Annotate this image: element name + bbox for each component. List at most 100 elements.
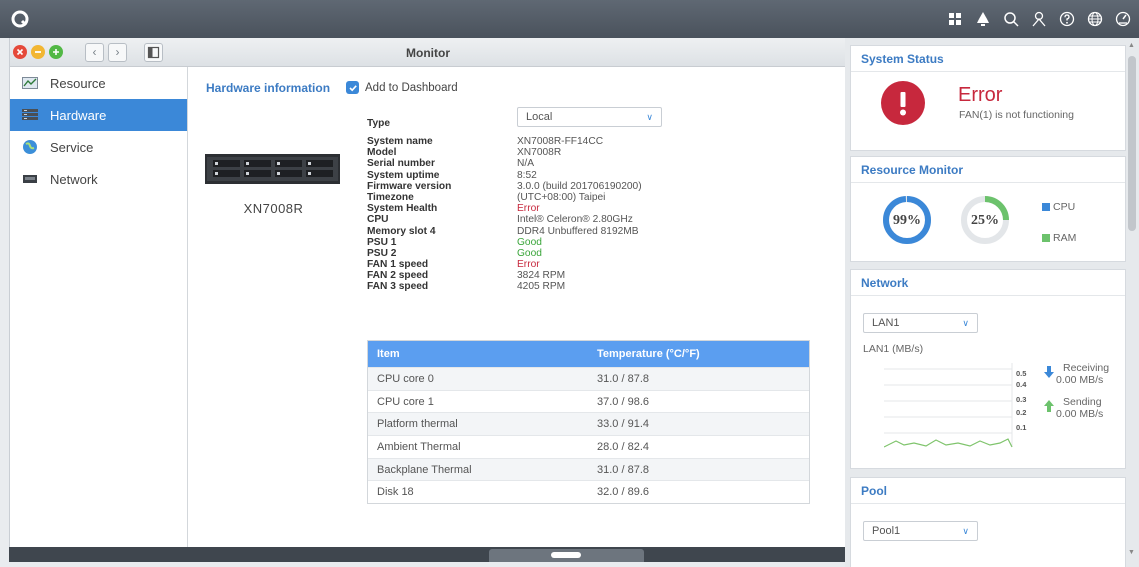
table-row[interactable]: Platform thermal 33.0 / 91.4 <box>368 412 809 436</box>
network-interface-select[interactable]: LAN1 ∨ <box>863 313 978 333</box>
detail-value: Error <box>517 259 540 271</box>
sidebar-item-network[interactable]: Network <box>10 163 187 195</box>
scroll-up-icon[interactable]: ▲ <box>1128 42 1135 49</box>
table-header: Item Temperature (°C/°F) <box>368 341 809 367</box>
detail-row: System uptime 8:52 <box>367 170 642 181</box>
user-icon[interactable] <box>1027 7 1051 31</box>
top-bar <box>0 0 1139 38</box>
table-row[interactable]: Backplane Thermal 31.0 / 87.8 <box>368 457 809 481</box>
search-icon[interactable] <box>999 7 1023 31</box>
dashboard-gauge-icon[interactable] <box>1111 7 1135 31</box>
help-icon[interactable] <box>1055 7 1079 31</box>
detail-key: Timezone <box>367 191 414 203</box>
detail-key: System name <box>367 136 433 147</box>
table-row[interactable]: CPU core 0 31.0 / 87.8 <box>368 367 809 390</box>
chevron-down-icon: ∨ <box>646 112 653 122</box>
network-title: Network <box>851 270 1125 296</box>
sidebar-item-label: Hardware <box>50 107 107 123</box>
column-header-temperature[interactable]: Temperature (°C/°F) <box>589 341 809 367</box>
device-image <box>205 154 340 184</box>
monitor-sidebar: Resource Hardware Service Network <box>10 67 188 562</box>
detail-key: Serial number <box>367 158 435 170</box>
network-y-axis: 0.5 0.4 0.3 0.2 0.1 <box>1016 365 1026 436</box>
detail-value: 3.0.0 (build 201706190200) <box>517 180 642 192</box>
language-globe-icon[interactable] <box>1083 7 1107 31</box>
cell-item: CPU core 1 <box>377 395 434 408</box>
y-tick-4: 0.1 <box>1016 423 1027 432</box>
detail-row: FAN 3 speed 4205 RPM <box>367 281 642 292</box>
detail-value: XN7008R-FF14CC <box>517 136 604 147</box>
network-chart <box>884 363 1013 448</box>
cell-item: Ambient Thermal <box>377 441 461 454</box>
detail-row: PSU 1 Good <box>367 237 642 248</box>
cell-temperature: 28.0 / 82.4 <box>597 441 649 454</box>
notification-bell-icon[interactable] <box>971 7 995 31</box>
type-select[interactable]: Local ∨ <box>517 107 662 127</box>
chart-icon <box>22 76 38 90</box>
cpu-value: 99% <box>893 213 921 228</box>
panel-scrollbar[interactable]: ▲ ▼ <box>1127 42 1137 561</box>
error-alert-icon <box>881 81 925 125</box>
detail-value: Good <box>517 236 542 248</box>
receiving-value: 0.00 MB/s <box>1056 374 1104 386</box>
legend-ram: RAM <box>1042 232 1076 244</box>
detail-value: Good <box>517 247 542 259</box>
receiving-label: Receiving <box>1063 362 1110 374</box>
pool-select-value: Pool1 <box>872 525 901 537</box>
sidebar-item-service[interactable]: Service <box>10 131 187 163</box>
checkbox-label: Add to Dashboard <box>365 81 458 94</box>
arrow-down-icon <box>1044 366 1054 381</box>
qnap-logo-icon[interactable] <box>8 7 32 31</box>
scroll-down-icon[interactable]: ▼ <box>1128 549 1135 556</box>
dock-handle-pill <box>551 552 581 558</box>
table-row[interactable]: CPU core 1 37.0 / 98.6 <box>368 389 809 413</box>
arrow-up-icon <box>1044 400 1054 415</box>
pool-select[interactable]: Pool1 ∨ <box>863 521 978 541</box>
dashboard-panel: System Status Error FAN(1) is not functi… <box>845 38 1139 567</box>
detail-value: 3824 RPM <box>517 270 566 282</box>
resource-monitor-card: Resource Monitor 99% 25% CPU RAM <box>850 156 1126 262</box>
detail-row: FAN 2 speed 3824 RPM <box>367 270 642 281</box>
pool-title: Pool <box>851 478 1125 504</box>
network-unit-label: LAN1 (MB/s) <box>863 343 924 355</box>
detail-value: 4205 RPM <box>517 281 566 293</box>
sidebar-item-label: Service <box>50 139 94 155</box>
detail-key: Firmware version <box>367 180 452 192</box>
window-titlebar: ‹ › Monitor <box>10 38 846 67</box>
network-card: Network LAN1 ∨ LAN1 (MB/s) 0.5 0.4 0.3 0… <box>850 269 1126 469</box>
detail-key: CPU <box>367 214 389 226</box>
table-row[interactable]: Disk 18 32.0 / 89.6 <box>368 480 809 503</box>
detail-row: Model XN7008R <box>367 147 642 158</box>
dock-handle[interactable] <box>489 549 644 562</box>
detail-key: FAN 1 speed <box>367 259 429 271</box>
detail-row: System name XN7008R-FF14CC <box>367 136 642 147</box>
add-to-dashboard-checkbox[interactable]: Add to Dashboard <box>346 81 458 94</box>
type-select-value: Local <box>526 111 553 123</box>
detail-row: PSU 2 Good <box>367 248 642 259</box>
cell-temperature: 33.0 / 91.4 <box>597 418 649 431</box>
device-name: XN7008R <box>243 201 304 216</box>
system-status-message: FAN(1) is not functioning <box>959 109 1074 121</box>
table-row[interactable]: Ambient Thermal 28.0 / 82.4 <box>368 435 809 458</box>
detail-row: Timezone (UTC+08:00) Taipei <box>367 192 642 203</box>
detail-key: PSU 1 <box>367 236 397 248</box>
chevron-down-icon: ∨ <box>962 526 969 536</box>
detail-value: XN7008R <box>517 147 562 159</box>
legend-cpu: CPU <box>1042 201 1075 213</box>
column-header-item[interactable]: Item <box>368 341 589 367</box>
sidebar-item-hardware[interactable]: Hardware <box>10 99 187 131</box>
pool-card: Pool Pool1 ∨ <box>850 477 1126 567</box>
system-status-card: System Status Error FAN(1) is not functi… <box>850 45 1126 151</box>
detail-row: FAN 1 speed Error <box>367 259 642 270</box>
detail-value: Intel® Celeron® 2.80GHz <box>517 214 633 226</box>
sidebar-item-resource[interactable]: Resource <box>10 67 187 99</box>
sidebar-item-label: Network <box>50 171 98 187</box>
apps-grid-icon[interactable] <box>943 7 967 31</box>
detail-value: (UTC+08:00) Taipei <box>517 191 606 203</box>
cell-temperature: 31.0 / 87.8 <box>597 463 649 476</box>
detail-value: 8:52 <box>517 169 537 181</box>
scrollbar-thumb[interactable] <box>1128 56 1136 231</box>
cpu-swatch <box>1042 203 1050 211</box>
monitor-window: ‹ › Monitor Resource Hardware Service Ne… <box>9 38 846 562</box>
hardware-details: Type System name XN7008R-FF14CC Model XN700… <box>367 111 642 293</box>
